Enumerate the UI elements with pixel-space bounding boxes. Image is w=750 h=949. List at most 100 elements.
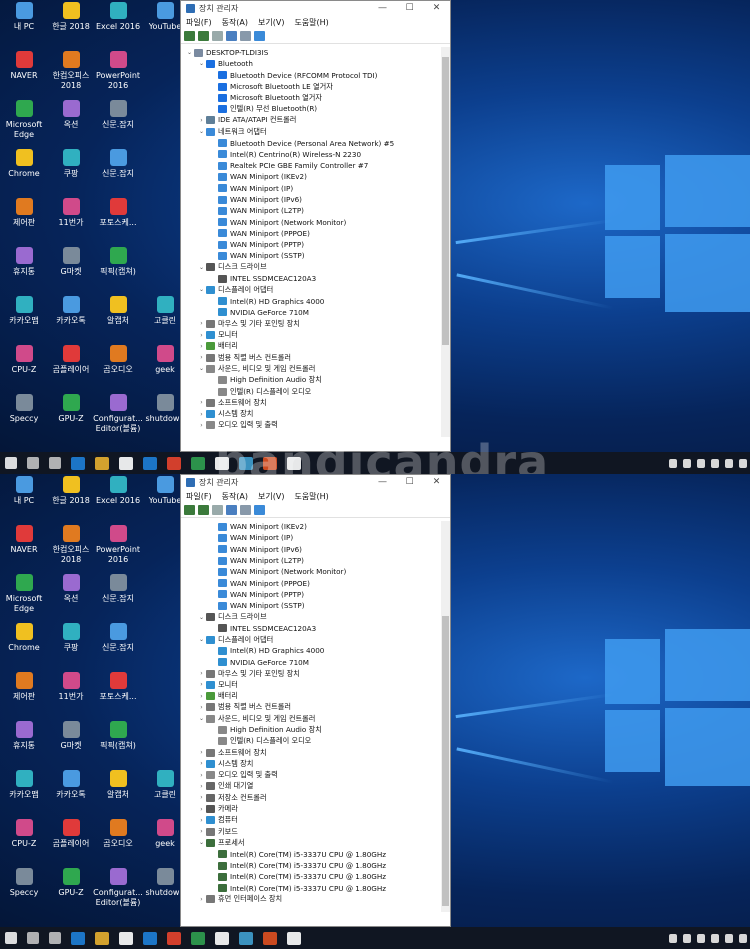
tree-item[interactable]: › IDE ATA/ATAPI 컨트롤러 [181,115,441,126]
person-icon[interactable] [669,458,677,468]
chevron-down-icon[interactable]: ⌄ [185,49,194,56]
desktop-icon[interactable]: GPU-Z [45,394,97,424]
desktop-icon[interactable]: 쿠팡 [45,149,97,179]
desktop-icon[interactable]: Chrome [0,623,50,653]
chevron-right-icon[interactable]: › [197,332,206,339]
update-driver-icon[interactable] [240,31,251,41]
desktop-icon[interactable]: PowerPoint 2016 [92,51,144,91]
chrome-icon[interactable] [167,931,181,945]
tree-item[interactable]: Realtek PCIe GBE Family Controller #7 [181,160,441,171]
desktop-icon[interactable]: 알캡처 [92,770,144,800]
device-manager-window[interactable]: 장치 관리자 — ☐ ✕ 파일(F) 동작(A) 보기(V) 도움말(H) WAN M… [180,474,451,927]
tree-item[interactable]: Intel(R) HD Graphics 4000 [181,296,441,307]
chrome-icon[interactable] [167,456,181,470]
chevron-right-icon[interactable]: › [197,399,206,406]
app-icon[interactable] [191,456,205,470]
chevron-right-icon[interactable]: › [197,411,206,418]
chevron-right-icon[interactable]: › [197,896,206,903]
tree-item[interactable]: › 시스템 장치 [181,409,441,420]
tree-item[interactable]: ⌄ 사운드, 비디오 및 게임 컨트롤러 [181,363,441,374]
file-explorer-icon[interactable] [95,456,109,470]
menu-file[interactable]: 파일(F) [186,17,212,28]
edge-icon[interactable] [143,931,157,945]
tree-item[interactable]: ⌄ 디스플레이 어댑터 [181,284,441,295]
desktop-icon[interactable]: 곰플레이어 [45,819,97,849]
chevron-down-icon[interactable]: ⌄ [197,264,206,271]
windows-start-icon[interactable] [5,457,17,469]
tree-item[interactable]: Microsoft Bluetooth LE 열거자 [181,81,441,92]
chevron-right-icon[interactable]: › [197,670,206,677]
chevron-down-icon[interactable]: ⌄ [197,60,206,67]
forward-arrow-icon[interactable] [198,505,209,515]
edge-icon[interactable] [143,456,157,470]
store-icon[interactable] [119,931,133,945]
chevron-right-icon[interactable]: › [197,828,206,835]
maximize-icon[interactable]: ☐ [396,477,423,487]
desktop-icon[interactable]: Excel 2016 [92,476,144,506]
monitor-icon[interactable] [254,505,265,515]
chevron-right-icon[interactable]: › [197,117,206,124]
help-icon[interactable] [226,31,237,41]
vertical-scrollbar[interactable] [441,521,450,912]
desktop-icon[interactable]: Configurat... Editor(볼륨) [92,868,144,908]
tree-item[interactable]: ⌄ Bluetooth [181,58,441,69]
desktop-icon[interactable]: 한글 2018 [45,2,97,32]
tree-item[interactable]: High Definition Audio 장치 [181,375,441,386]
chevron-right-icon[interactable]: › [197,772,206,779]
desktop-icon[interactable]: 한컴오피스 2018 [45,51,97,91]
tree-item[interactable]: ⌄ 디스크 드라이브 [181,611,441,622]
chevron-right-icon[interactable]: › [197,749,206,756]
properties-icon[interactable] [212,505,223,515]
desktop-icon[interactable]: 신문.잡지 [92,623,144,653]
desktop-icon[interactable]: 카카오맵 [0,770,50,800]
desktop-icon[interactable]: 곰오디오 [92,345,144,375]
maximize-icon[interactable]: ☐ [396,3,423,13]
desktop-icon[interactable]: NAVER [0,51,50,81]
person-icon[interactable] [669,933,677,943]
tree-item[interactable]: Microsoft Bluetooth 열거자 [181,92,441,103]
tree-item[interactable]: Intel(R) HD Graphics 4000 [181,645,441,656]
menu-view[interactable]: 보기(V) [258,17,284,28]
edge-icon[interactable] [71,456,85,470]
chevron-right-icon[interactable]: › [197,681,206,688]
tree-item[interactable]: WAN Miniport (IKEv2) [181,521,441,532]
desktop-icon[interactable]: Speccy [0,394,50,424]
tree-item[interactable]: WAN Miniport (Network Monitor) [181,566,441,577]
chevron-right-icon[interactable]: › [197,760,206,767]
chevron-right-icon[interactable]: › [197,422,206,429]
app-icon[interactable] [191,931,205,945]
desktop-icon[interactable]: 픽픽(캡쳐) [92,247,144,277]
tree-item[interactable]: › 저장소 컨트롤러 [181,792,441,803]
properties-icon[interactable] [212,31,223,41]
tree-item[interactable]: › 범용 직렬 버스 컨트롤러 [181,702,441,713]
chevron-right-icon[interactable]: › [197,693,206,700]
desktop-icon[interactable]: 신문.잡지 [92,149,144,179]
tree-item[interactable]: NVIDIA GeForce 710M [181,307,441,318]
tree-item[interactable]: ⌄ 사운드, 비디오 및 게임 컨트롤러 [181,713,441,724]
desktop-icon[interactable]: G마켓 [45,721,97,751]
tree-item[interactable]: INTEL SSDMCEAC120A3 [181,623,441,634]
chevron-down-icon[interactable]: ⌄ [197,128,206,135]
tree-item[interactable]: › 마우스 및 기타 포인팅 장치 [181,668,441,679]
tree-item[interactable]: › 휴먼 인터페이스 장치 [181,894,441,905]
desktop-icon[interactable]: 11번가 [45,198,97,228]
app-icon[interactable] [287,931,301,945]
desktop-icon[interactable]: 한컴오피스 2018 [45,525,97,565]
desktop-icon[interactable]: 알캡처 [92,296,144,326]
volume-icon[interactable] [725,458,733,468]
tree-item[interactable]: ⌄ DESKTOP-TLDI3IS [181,47,441,58]
chevron-down-icon[interactable]: ⌄ [197,614,206,621]
tree-item[interactable]: 인텔(R) 디스플레이 오디오 [181,736,441,747]
tree-item[interactable]: WAN Miniport (L2TP) [181,205,441,216]
security-icon[interactable] [683,458,691,468]
tree-item[interactable]: WAN Miniport (IKEv2) [181,171,441,182]
scrollbar-thumb[interactable] [442,57,449,345]
tree-item[interactable]: WAN Miniport (PPTP) [181,239,441,250]
chevron-right-icon[interactable]: › [197,806,206,813]
tree-item[interactable]: WAN Miniport (PPPOE) [181,577,441,588]
scrollbar-thumb[interactable] [442,616,449,906]
menu-help[interactable]: 도움말(H) [294,491,328,502]
desktop-icon[interactable]: 포토스케... [92,198,144,228]
edge-icon[interactable] [71,931,85,945]
volume-icon[interactable] [725,933,733,943]
